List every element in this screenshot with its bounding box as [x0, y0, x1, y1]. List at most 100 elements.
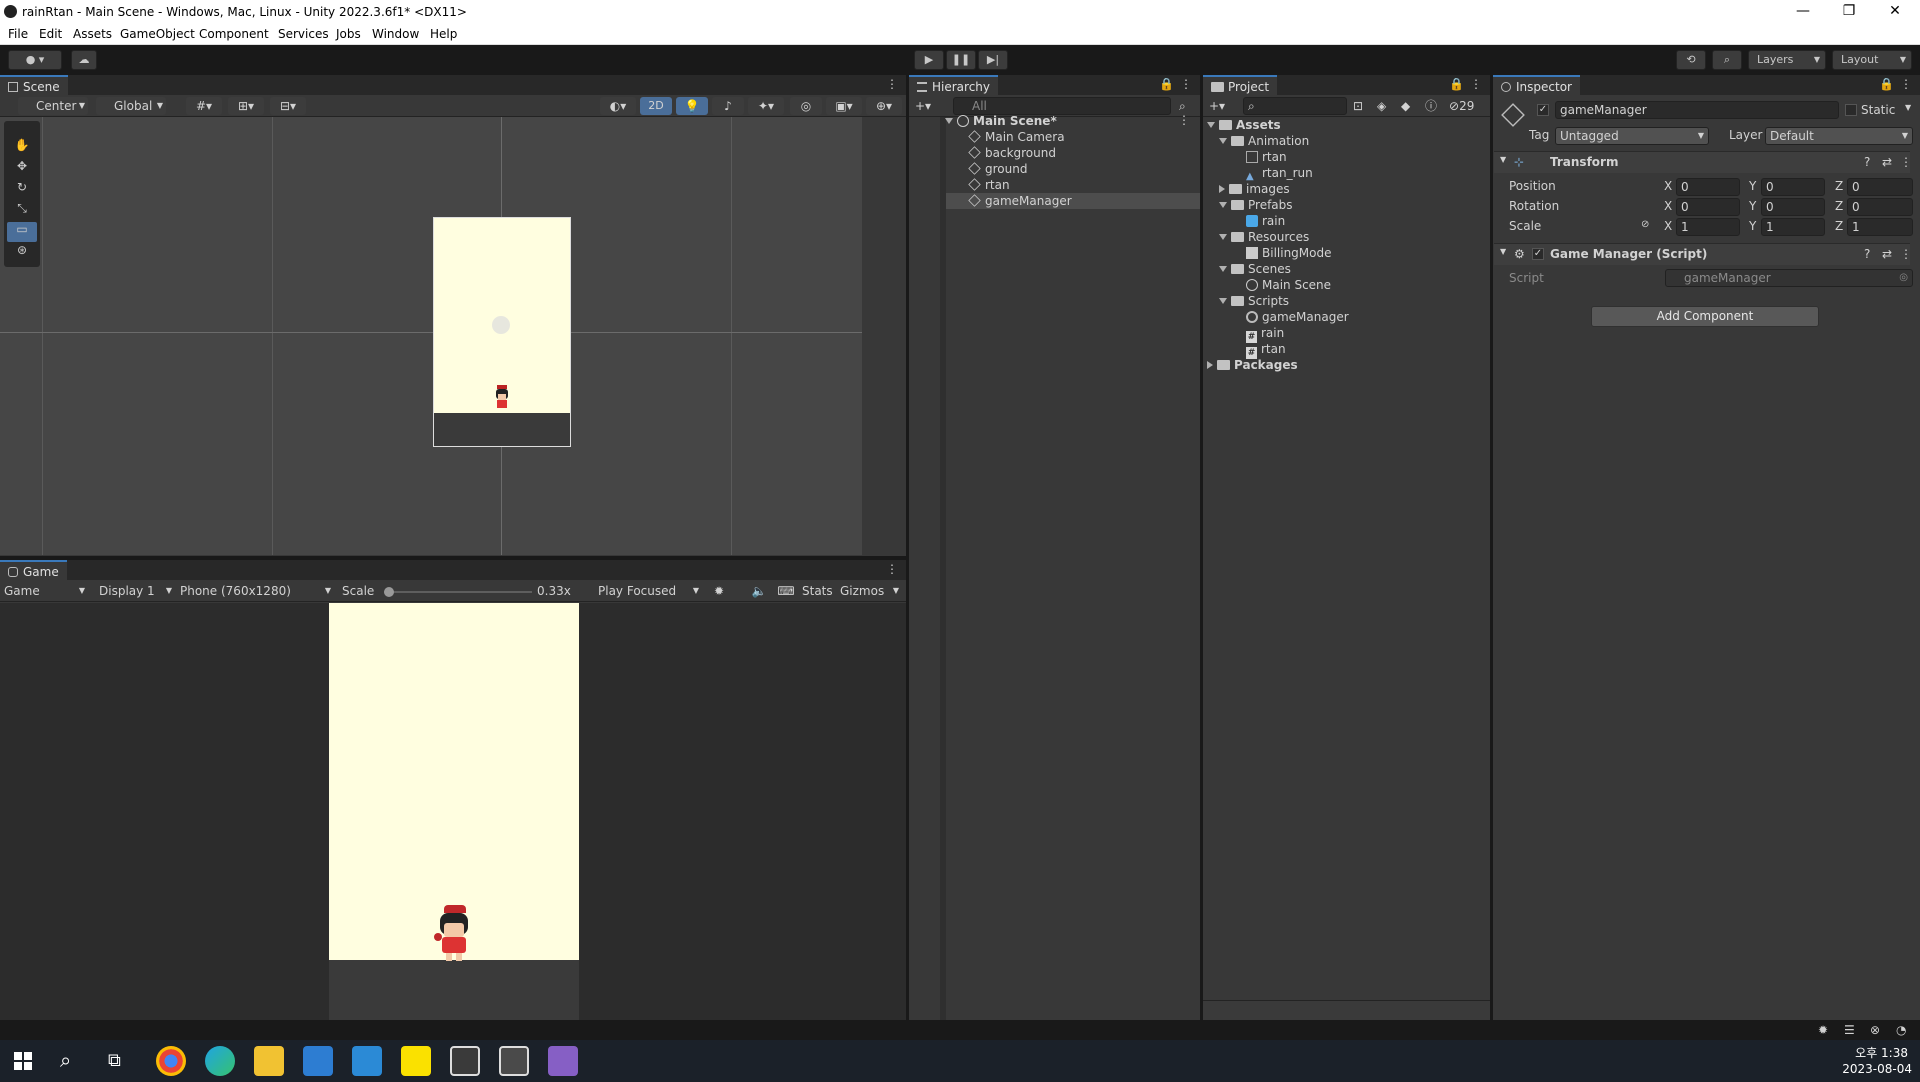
- tab-hierarchy[interactable]: Hierarchy: [909, 75, 999, 95]
- script-component-header[interactable]: ▼ ⚙ ✓ Game Manager (Script) ? ⇄ ⋮: [1494, 243, 1912, 265]
- position-z-input[interactable]: 0: [1847, 178, 1913, 196]
- kebab-icon[interactable]: ⋮: [1180, 77, 1192, 91]
- grid-snap-icon[interactable]: #▾: [186, 97, 222, 115]
- scale-slider-handle[interactable]: [384, 587, 394, 597]
- position-x-input[interactable]: 0: [1676, 178, 1740, 196]
- rotation-y-input[interactable]: 0: [1761, 198, 1825, 216]
- debug-icon[interactable]: ✹: [1818, 1023, 1828, 1037]
- hierarchy-item-main-camera[interactable]: Main Camera: [968, 129, 1065, 145]
- project-folder-animation[interactable]: Animation: [1219, 133, 1309, 149]
- project-asset-prefab-rain[interactable]: rain: [1246, 213, 1285, 229]
- help-icon[interactable]: ?: [1864, 247, 1870, 261]
- collapse-icon[interactable]: [1219, 185, 1225, 193]
- rect-tool-icon[interactable]: ▭: [7, 222, 37, 242]
- visibility-icon[interactable]: ◎: [790, 97, 822, 115]
- layers-dropdown[interactable]: Layers ▼: [1748, 50, 1826, 70]
- account-button[interactable]: ● ▾: [8, 50, 62, 70]
- project-folder-resources[interactable]: Resources: [1219, 229, 1309, 245]
- scene-menu-icon[interactable]: ⋮: [1178, 113, 1190, 127]
- scene-root-item[interactable]: Main Scene*: [945, 113, 1057, 129]
- stats-button[interactable]: Stats: [802, 582, 834, 600]
- presets-icon[interactable]: ⇄: [1882, 155, 1892, 169]
- lock-icon[interactable]: 🔒: [1449, 77, 1464, 91]
- hidden-packages-counter[interactable]: ⊘29: [1449, 97, 1489, 115]
- 2d-toggle-button[interactable]: 2D: [640, 97, 672, 115]
- position-y-input[interactable]: 0: [1761, 178, 1825, 196]
- object-name-input[interactable]: gameManager: [1555, 101, 1839, 119]
- kebab-icon[interactable]: ⋮: [1470, 77, 1482, 91]
- hierarchy-item-background[interactable]: background: [968, 145, 1056, 161]
- project-asset-main-scene[interactable]: Main Scene: [1246, 277, 1331, 293]
- tab-game[interactable]: Game: [0, 560, 67, 580]
- snap-increment-icon[interactable]: ⊞▾: [228, 97, 264, 115]
- component-enabled-checkbox[interactable]: ✓: [1532, 248, 1544, 260]
- expand-icon[interactable]: ▼: [1500, 247, 1506, 256]
- progress-icon[interactable]: ◔: [1896, 1023, 1906, 1037]
- keyboard-icon[interactable]: ⌨: [777, 582, 795, 600]
- kebab-icon[interactable]: ⋮: [1900, 77, 1912, 91]
- project-asset-billingmode[interactable]: BillingMode: [1246, 245, 1332, 261]
- project-folder-assets[interactable]: Assets: [1207, 117, 1281, 133]
- gizmos-dropdown[interactable]: Gizmos ▼: [840, 582, 902, 600]
- transform-header[interactable]: ▼ ⊹ Transform ? ⇄ ⋮: [1494, 151, 1912, 173]
- unity-hub-icon[interactable]: [450, 1046, 480, 1076]
- transform-tool-icon[interactable]: ⊛: [7, 243, 37, 263]
- game-viewport[interactable]: [0, 603, 906, 1020]
- create-button[interactable]: +▾: [915, 97, 939, 115]
- scale-slider[interactable]: [384, 587, 532, 597]
- menu-services[interactable]: Services: [278, 27, 329, 41]
- menu-component[interactable]: Component: [199, 27, 269, 41]
- expand-icon[interactable]: [1219, 266, 1227, 272]
- info-icon[interactable]: ⓘ: [1425, 97, 1441, 115]
- menu-window[interactable]: Window: [372, 27, 419, 41]
- project-asset-anim-rtan-run[interactable]: ▲ rtan_run: [1246, 165, 1313, 182]
- play-mode-dropdown[interactable]: Play Focused ▼: [598, 582, 702, 600]
- rotation-x-input[interactable]: 0: [1676, 198, 1740, 216]
- project-folder-scripts[interactable]: Scripts: [1219, 293, 1289, 309]
- chrome-icon[interactable]: [156, 1046, 186, 1076]
- hierarchy-item-rtan[interactable]: rtan: [968, 177, 1010, 193]
- effects-icon[interactable]: ✦▾: [748, 97, 784, 115]
- menu-edit[interactable]: Edit: [39, 27, 62, 41]
- add-component-button[interactable]: Add Component: [1591, 306, 1819, 327]
- help-icon[interactable]: ?: [1864, 155, 1870, 169]
- close-button[interactable]: ✕: [1872, 0, 1918, 25]
- view-dropdown[interactable]: Game ▼: [4, 582, 88, 600]
- pivot-dropdown[interactable]: Center ▼: [18, 97, 88, 115]
- expand-icon[interactable]: [945, 118, 953, 124]
- layout-dropdown[interactable]: Layout ▼: [1832, 50, 1912, 70]
- camera-icon[interactable]: ▣▾: [826, 97, 862, 115]
- gizmos-icon[interactable]: ⊕▾: [866, 97, 902, 115]
- cache-icon[interactable]: ☰: [1844, 1023, 1855, 1037]
- space-dropdown[interactable]: Global ▼: [96, 97, 166, 115]
- component-menu-icon[interactable]: ⋮: [1900, 155, 1912, 169]
- kebab-icon[interactable]: ⋮: [886, 77, 898, 91]
- shading-mode-icon[interactable]: ◐▾: [600, 97, 636, 115]
- rotate-tool-icon[interactable]: ↻: [7, 180, 37, 200]
- mail-icon[interactable]: [352, 1046, 382, 1076]
- search-by-label-icon[interactable]: ◈: [1377, 97, 1393, 115]
- network-icon[interactable]: ⊗: [1870, 1023, 1880, 1037]
- expand-icon[interactable]: [1219, 202, 1227, 208]
- scene-viewport[interactable]: ✋ ✥ ↻ ⤡ ▭ ⊛ ⊘▾: [0, 117, 862, 555]
- menu-help[interactable]: Help: [430, 27, 457, 41]
- project-folder-scenes[interactable]: Scenes: [1219, 261, 1291, 277]
- tab-scene[interactable]: Scene: [0, 75, 68, 95]
- project-asset-script-gamemanager[interactable]: gameManager: [1246, 309, 1349, 325]
- menu-assets[interactable]: Assets: [73, 27, 112, 41]
- hierarchy-item-ground[interactable]: ground: [968, 161, 1027, 177]
- search-icon[interactable]: ⌕: [1712, 50, 1742, 70]
- expand-icon[interactable]: [1219, 298, 1227, 304]
- tab-project[interactable]: Project: [1203, 75, 1278, 95]
- hand-tool-icon[interactable]: ✋: [7, 138, 37, 158]
- scale-y-input[interactable]: 1: [1761, 218, 1825, 236]
- project-asset-script-rain[interactable]: # rain: [1246, 325, 1284, 343]
- ruler-icon[interactable]: ⊟▾: [270, 97, 306, 115]
- active-checkbox[interactable]: ✓: [1537, 104, 1549, 116]
- project-folder-images[interactable]: images: [1219, 181, 1290, 197]
- maximize-button[interactable]: ❐: [1826, 0, 1872, 25]
- display-dropdown[interactable]: Display 1 ▼: [99, 582, 175, 600]
- clock-date[interactable]: 2023-08-04: [1840, 1062, 1912, 1076]
- project-asset-anim-rtan[interactable]: rtan: [1246, 149, 1287, 165]
- resolution-dropdown[interactable]: Phone (760x1280) ▼: [180, 582, 334, 600]
